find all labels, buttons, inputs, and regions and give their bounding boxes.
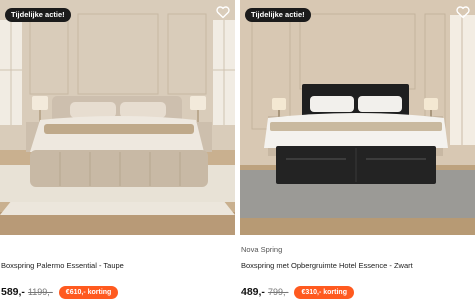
product-brand[interactable]: Nova Spring bbox=[241, 245, 282, 254]
price-row: 489,- 799,- €310,- korting bbox=[241, 285, 354, 299]
product-card[interactable]: Tijdelijke actie! Boxspring Palermo Esse… bbox=[0, 0, 235, 307]
price-row: 589,- 1199,- €610,- korting bbox=[1, 285, 119, 299]
promo-badge: Tijdelijke actie! bbox=[5, 8, 71, 22]
discount-badge: €610,- korting bbox=[58, 285, 119, 299]
current-price: 589,- bbox=[1, 286, 25, 298]
discount-badge: €310,- korting bbox=[294, 285, 354, 299]
old-price: 1199,- bbox=[27, 287, 53, 297]
product-image[interactable]: Tijdelijke actie! bbox=[0, 0, 235, 235]
product-title[interactable]: Boxspring met Opbergruimte Hotel Essence… bbox=[241, 261, 413, 270]
old-price: 799,- bbox=[267, 287, 289, 297]
product-title[interactable]: Boxspring Palermo Essential - Taupe bbox=[1, 261, 124, 270]
current-price: 489,- bbox=[241, 286, 265, 298]
heart-icon[interactable] bbox=[455, 4, 471, 20]
product-image[interactable]: Tijdelijke actie! bbox=[240, 0, 475, 235]
heart-icon[interactable] bbox=[215, 4, 231, 20]
product-card[interactable]: Tijdelijke actie! Nova Spring Boxspring … bbox=[240, 0, 475, 307]
promo-badge: Tijdelijke actie! bbox=[245, 8, 311, 22]
